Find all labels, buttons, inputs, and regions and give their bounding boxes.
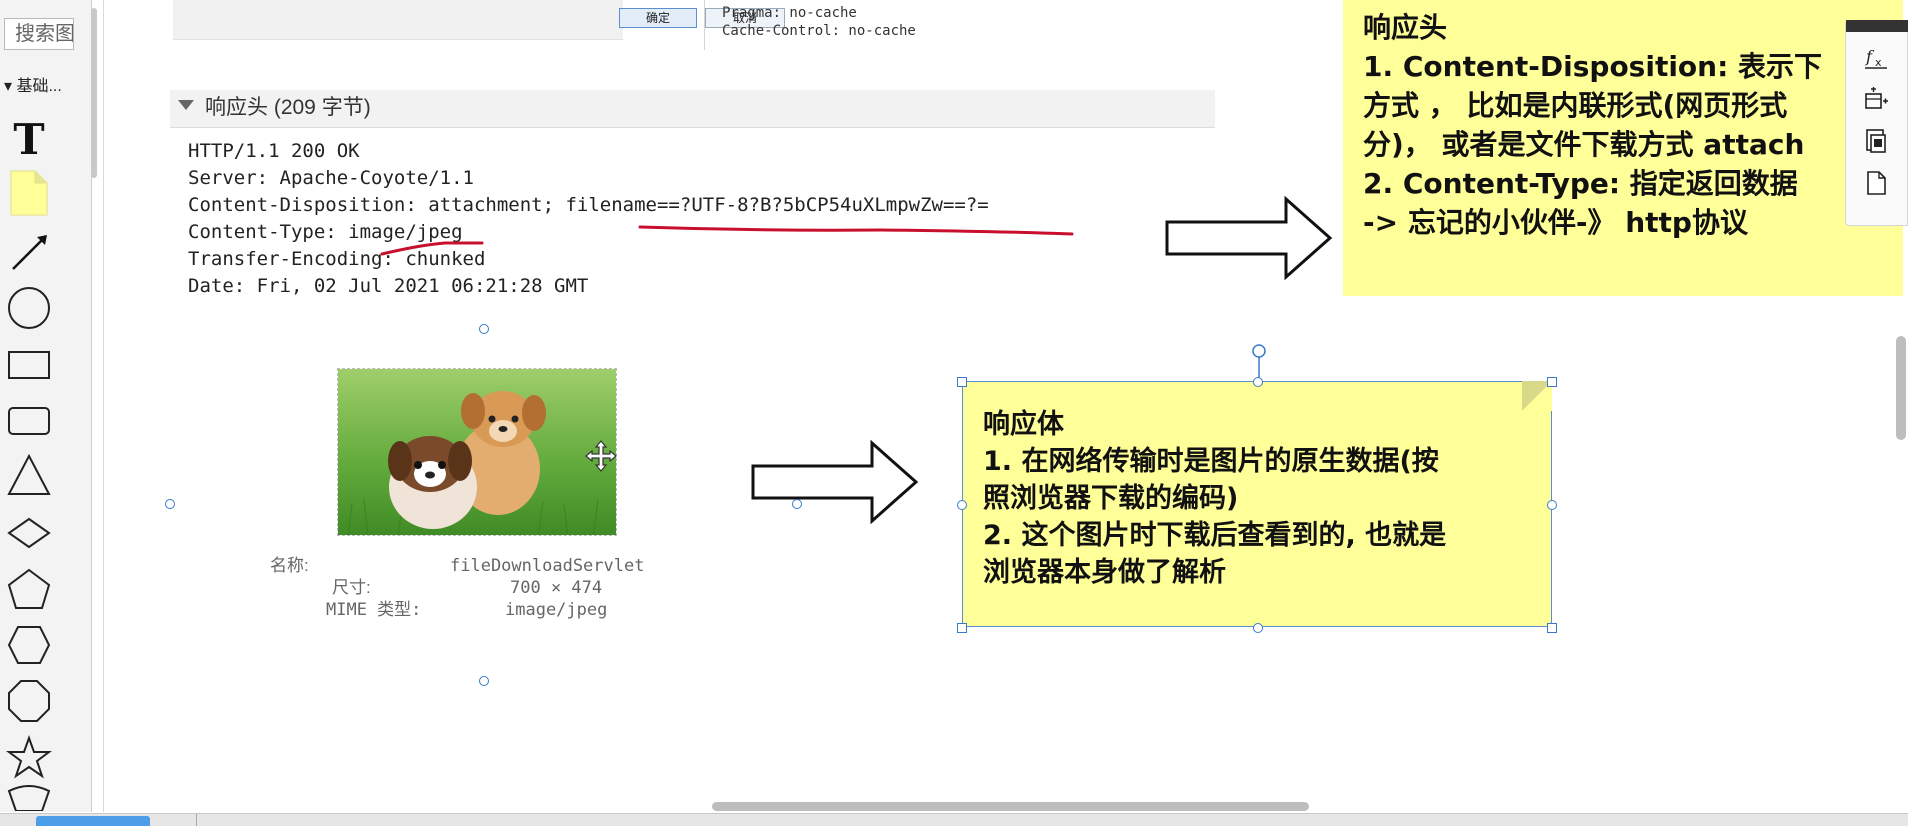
copy-page-icon[interactable] <box>1860 125 1892 157</box>
formula-icon[interactable]: fx <box>1860 41 1892 73</box>
block-arrow-bottom <box>751 440 919 524</box>
mime-value: image/jpeg <box>505 600 608 620</box>
triangle-tool-icon[interactable] <box>4 452 54 498</box>
selection-handle[interactable] <box>479 676 489 686</box>
shield-tool-icon[interactable] <box>4 785 54 811</box>
size-label: 尺寸: <box>332 578 371 597</box>
header-line: Transfer-Encoding: chunked <box>188 248 486 270</box>
note-tool-icon[interactable] <box>4 170 54 216</box>
header-line: Content-Disposition: attachment; filenam… <box>188 194 989 216</box>
app-window: 搜索图形 ▾ 基础... T <box>0 0 1908 826</box>
note-line: 2. Content-Type: 指定返回数据 <box>1363 167 1798 200</box>
response-header-title: 响应头 (209 字节) <box>205 96 371 119</box>
response-headers: HTTP/1.1 200 OK Server: Apache-Coyote/1.1… <box>188 138 989 300</box>
format-mini-toolbar: fx <box>1845 20 1908 226</box>
svg-text:x: x <box>1875 56 1882 69</box>
name-label: 名称: <box>270 556 309 575</box>
note-line: 响应头 <box>1363 11 1448 44</box>
text-tool-icon[interactable]: T <box>4 115 54 161</box>
note-line: 照浏览器下载的编码) <box>983 483 1239 514</box>
status-bar <box>0 813 1908 826</box>
rounded-rectangle-tool-icon[interactable] <box>4 398 54 444</box>
resize-handle[interactable] <box>1547 623 1557 633</box>
diamond-tool-icon[interactable] <box>4 510 54 556</box>
resize-handle[interactable] <box>1547 377 1557 387</box>
divider <box>196 814 197 826</box>
collapse-triangle-icon[interactable] <box>178 100 194 110</box>
palette-scrollbar[interactable] <box>90 0 98 180</box>
table-insert-icon[interactable] <box>1860 83 1892 115</box>
resize-handle[interactable] <box>1253 377 1263 387</box>
svg-text:T: T <box>13 116 44 160</box>
note-line: 1. Content-Disposition: 表示下 <box>1363 50 1823 83</box>
note-line: 方式 ， 比如是内联形式(网页形式 <box>1363 89 1788 122</box>
note-line: -> 忘记的小伙伴-》 http协议 <box>1363 206 1748 239</box>
puppy-image[interactable] <box>337 368 617 536</box>
resize-handle[interactable] <box>957 500 967 510</box>
resize-handle[interactable] <box>1547 500 1557 510</box>
canvas-border <box>103 0 104 812</box>
resize-handle[interactable] <box>957 377 967 387</box>
svg-text:f: f <box>1865 47 1875 66</box>
resize-handle[interactable] <box>1253 623 1263 633</box>
header-line: Cache-Control: no-cache <box>722 23 916 39</box>
horizontal-scrollbar-thumb[interactable] <box>712 802 1309 811</box>
category-basic[interactable]: ▾ 基础... <box>0 72 88 96</box>
note-line: 2. 这个图片时下载后查看到的, 也就是 <box>983 520 1447 551</box>
header-line: Content-Type: image/jpeg <box>188 221 463 243</box>
sticky-note-response-body[interactable]: 响应体 1. 在网络传输时是图片的原生数据(按 照浏览器下载的编码) 2. 这个… <box>962 380 1553 627</box>
dialog-fragment: 确定 取消 <box>173 0 785 40</box>
shape-search-input[interactable]: 搜索图形 <box>4 18 74 50</box>
selection-handle[interactable] <box>792 499 802 509</box>
note-line: 响应体 <box>983 409 1064 440</box>
ok-button[interactable]: 确定 <box>619 8 697 28</box>
note-line: 1. 在网络传输时是图片的原生数据(按 <box>983 446 1439 477</box>
resize-handle[interactable] <box>957 623 967 633</box>
header-line: Date: Fri, 02 Jul 2021 06:21:28 GMT <box>188 275 589 297</box>
page-tab[interactable] <box>36 816 150 826</box>
header-line: HTTP/1.1 200 OK <box>188 140 360 162</box>
arrow-line-tool-icon[interactable] <box>4 230 54 276</box>
name-value: fileDownloadServlet <box>450 556 645 576</box>
blank-page-icon[interactable] <box>1860 167 1892 199</box>
request-headers: Pragma: no-cache Cache-Control: no-cache <box>722 4 916 40</box>
hexagon-tool-icon[interactable] <box>4 622 54 668</box>
circle-tool-icon[interactable] <box>4 285 54 331</box>
rectangle-tool-icon[interactable] <box>4 342 54 388</box>
image-info: 名称: fileDownloadServlet 尺寸: 700 × 474 MI… <box>270 555 644 621</box>
header-line: Server: Apache-Coyote/1.1 <box>188 167 474 189</box>
header-line: Pragma: no-cache <box>722 5 857 21</box>
sticky-note-response-header[interactable]: 响应头 1. Content-Disposition: 表示下 方式 ， 比如是… <box>1343 0 1903 296</box>
divider <box>704 0 705 50</box>
vertical-scrollbar-thumb[interactable] <box>1896 336 1906 440</box>
shape-palette: 搜索图形 ▾ 基础... T <box>0 0 92 812</box>
note-line: 浏览器本身做了解析 <box>983 557 1226 588</box>
selection-handle[interactable] <box>479 324 489 334</box>
star-tool-icon[interactable] <box>4 734 54 780</box>
selection-handle[interactable] <box>165 499 175 509</box>
pentagon-tool-icon[interactable] <box>4 566 54 612</box>
mime-label: MIME 类型: <box>326 600 422 620</box>
octagon-tool-icon[interactable] <box>4 678 54 724</box>
block-arrow-top <box>1165 196 1333 280</box>
size-value: 700 × 474 <box>510 578 603 598</box>
note-line: 分)， 或者是文件下载方式 attach <box>1363 128 1805 161</box>
